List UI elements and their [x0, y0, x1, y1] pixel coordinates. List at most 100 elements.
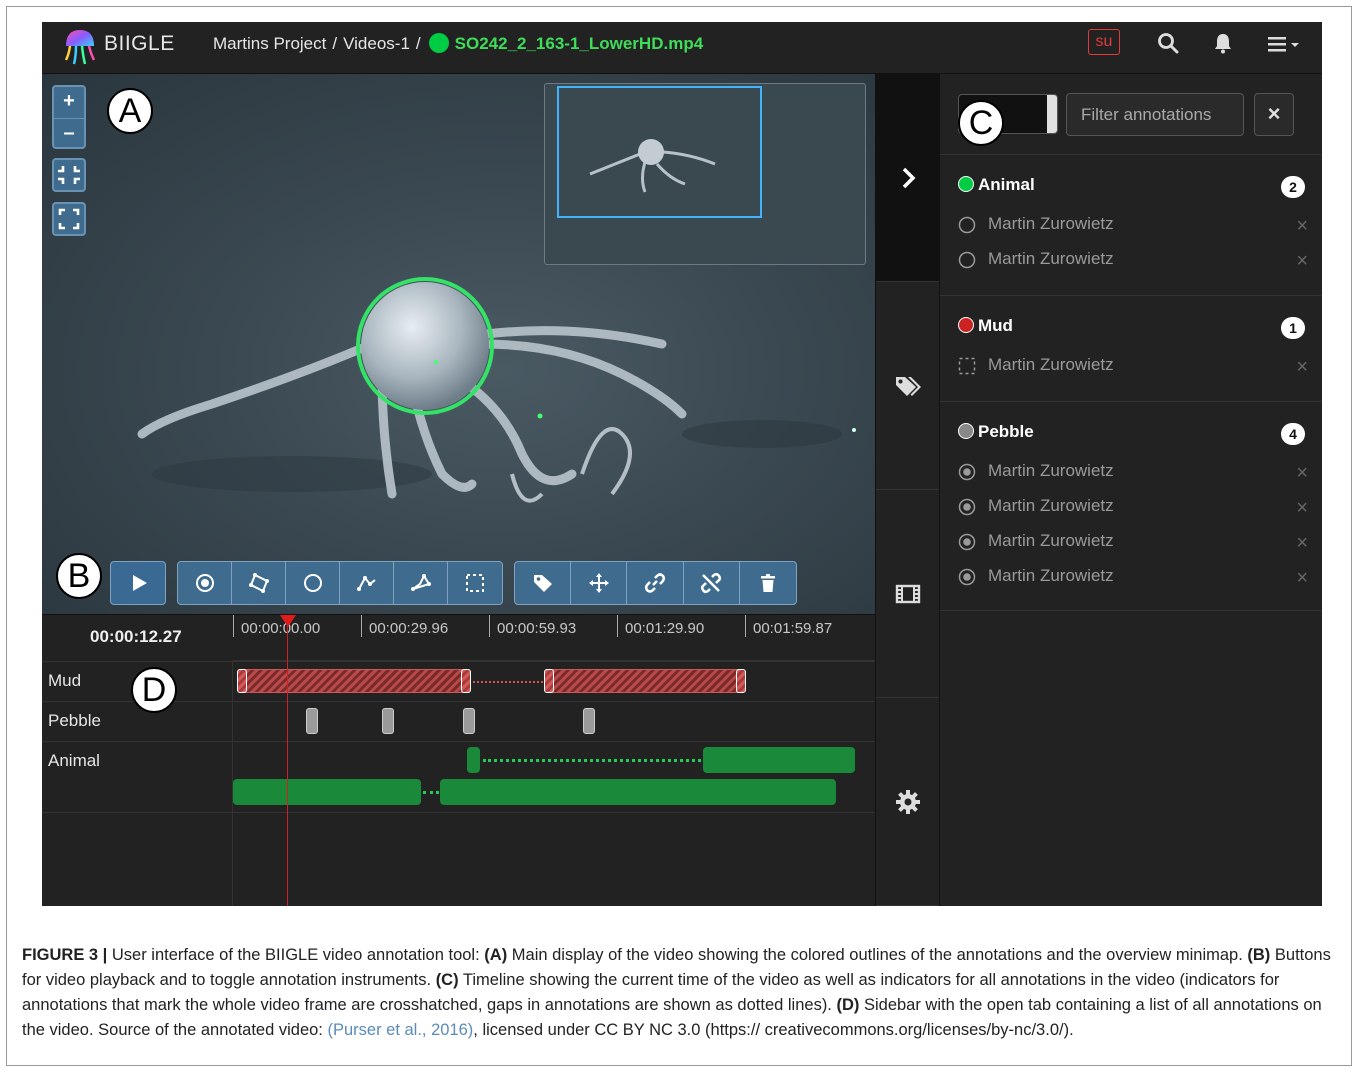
circle-shape-icon — [958, 216, 976, 234]
pebble-annotation-marker[interactable] — [382, 708, 394, 734]
tab-labels[interactable] — [876, 282, 940, 490]
animal-annotation-segment[interactable] — [703, 747, 855, 773]
annotation-tracks — [233, 661, 875, 906]
whole-frame-icon — [466, 574, 484, 592]
segment-keyframe[interactable] — [461, 669, 471, 693]
filter-annotations-input[interactable] — [1066, 93, 1244, 136]
annotation-group: Animal 2 Martin Zurowietz × Martin Zurowietz… — [940, 155, 1322, 296]
animal-annotation-segment[interactable] — [440, 779, 836, 805]
animal-annotation-segment[interactable] — [467, 747, 480, 773]
annotation-count-badge: 4 — [1281, 423, 1305, 445]
file-status-icon — [428, 33, 449, 53]
tag-icon — [533, 575, 552, 592]
delete-annotation-button[interactable] — [740, 562, 796, 604]
whole-frame-button[interactable] — [448, 562, 502, 604]
bell-icon[interactable] — [1211, 31, 1235, 55]
delete-annotation-icon[interactable]: × — [1296, 532, 1308, 555]
panel-label-a: A — [107, 88, 153, 134]
point-shape-icon — [958, 568, 976, 586]
zoom-in-button[interactable]: + — [54, 87, 84, 117]
linestring-icon — [356, 576, 376, 591]
delete-annotation-icon[interactable]: × — [1296, 497, 1308, 520]
tab-settings[interactable] — [876, 698, 940, 906]
annotation-list-item[interactable]: Martin Zurowietz × — [958, 354, 1308, 378]
caption-citation-link[interactable]: (Purser et al., 2016) — [327, 1021, 473, 1039]
biigle-logo-icon[interactable] — [62, 28, 98, 68]
breadcrumb-volume[interactable]: Videos-1 — [343, 34, 410, 53]
video-canvas[interactable]: + – A — [42, 74, 875, 614]
annotation-list-item[interactable]: Martin Zurowietz × — [958, 460, 1308, 484]
play-button[interactable] — [111, 562, 167, 604]
pebble-annotation-marker[interactable] — [306, 708, 318, 734]
menu-icon[interactable] — [1266, 32, 1302, 56]
timeline-ruler[interactable]: 00:00:00.00 00:00:29.96 00:00:59.93 00:0… — [233, 615, 875, 661]
annotation-group-header[interactable]: Pebble — [958, 422, 1034, 446]
draw-polygon-button[interactable] — [394, 562, 448, 604]
brand-name[interactable]: BIIGLE — [104, 32, 175, 56]
draw-point-button[interactable] — [178, 562, 232, 604]
playhead-line — [287, 617, 288, 906]
annotation-list-item[interactable]: Martin Zurowietz × — [958, 213, 1308, 237]
delete-annotation-icon[interactable]: × — [1296, 356, 1308, 379]
animal-annotation-segment[interactable] — [233, 779, 421, 805]
tick: 00:01:59.87 — [745, 615, 832, 637]
zoom-to-native-button[interactable] — [52, 158, 86, 192]
annotation-list-item[interactable]: Martin Zurowietz × — [958, 530, 1308, 554]
move-annotation-button[interactable] — [571, 562, 628, 604]
segment-keyframe[interactable] — [544, 669, 554, 693]
annotation-list-item[interactable]: Martin Zurowietz × — [958, 495, 1308, 519]
attach-label-button[interactable] — [515, 562, 572, 604]
annotations-filter-bar: × C — [940, 74, 1322, 155]
annotation-group-header[interactable]: Animal — [958, 175, 1035, 199]
draw-circle-button[interactable] — [286, 562, 340, 604]
trash-icon — [760, 574, 775, 592]
point-shape-icon — [958, 533, 976, 551]
pebble-annotation-marker[interactable] — [583, 708, 595, 734]
search-icon[interactable] — [1156, 31, 1180, 55]
draw-linestring-button[interactable] — [340, 562, 394, 604]
link-annotations-button[interactable] — [627, 562, 684, 604]
zoom-out-button[interactable]: – — [54, 118, 84, 148]
track-label-pebble: Pebble — [48, 711, 101, 730]
delete-annotation-icon[interactable]: × — [1296, 462, 1308, 485]
tab-collapse[interactable] — [876, 74, 940, 282]
editing-tools — [514, 561, 797, 605]
mud-annotation-segment[interactable] — [237, 669, 471, 693]
top-navbar: BIIGLE Martins Project / Videos-1 / SO242_2_… — [42, 22, 1322, 74]
mud-annotation-segment[interactable] — [544, 669, 746, 693]
label-name: Mud — [978, 316, 1013, 335]
tick-label: 00:01:29.90 — [625, 620, 705, 637]
annotation-user: Martin Zurowietz — [988, 566, 1114, 585]
panel-label-d: D — [131, 667, 177, 713]
minimap-viewport[interactable] — [557, 86, 762, 218]
annotation-list-item[interactable]: Martin Zurowietz × — [958, 248, 1308, 272]
delete-annotation-icon[interactable]: × — [1296, 215, 1308, 238]
delete-annotation-icon[interactable]: × — [1296, 250, 1308, 273]
zoom-controls: + – — [52, 85, 86, 149]
split-annotation-button[interactable] — [684, 562, 740, 604]
tick: 00:00:29.96 — [361, 615, 448, 637]
annotation-list-item[interactable]: Martin Zurowietz × — [958, 565, 1308, 589]
file-name: SO242_2_163-1_LowerHD.mp4 — [454, 34, 704, 53]
playhead-marker[interactable] — [280, 615, 296, 627]
fullscreen-button[interactable] — [52, 202, 86, 236]
label-color-icon — [958, 423, 974, 439]
delete-annotation-icon[interactable]: × — [1296, 567, 1308, 590]
segment-keyframe[interactable] — [237, 669, 247, 693]
annotation-user: Martin Zurowietz — [988, 496, 1114, 515]
tick: 00:00:59.93 — [489, 615, 576, 637]
segment-keyframe[interactable] — [736, 669, 746, 693]
pebble-annotation-marker[interactable] — [463, 708, 475, 734]
annotation-group-header[interactable]: Mud — [958, 316, 1013, 340]
caption-a-label: (A) — [484, 946, 508, 964]
breadcrumb-project[interactable]: Martins Project — [213, 34, 326, 53]
overview-minimap[interactable] — [544, 83, 866, 265]
video-timeline[interactable]: 00:00:12.27 00:00:00.00 00:00:29.96 00:0… — [42, 614, 875, 906]
user-role-badge[interactable]: su — [1088, 29, 1120, 55]
circle-shape-icon — [958, 251, 976, 269]
draw-rectangle-button[interactable] — [232, 562, 286, 604]
sidebar-tabs — [875, 74, 940, 906]
tab-video-settings[interactable] — [876, 490, 940, 698]
clear-filter-button[interactable]: × — [1254, 93, 1294, 136]
track-label-mud: Mud — [48, 671, 82, 690]
